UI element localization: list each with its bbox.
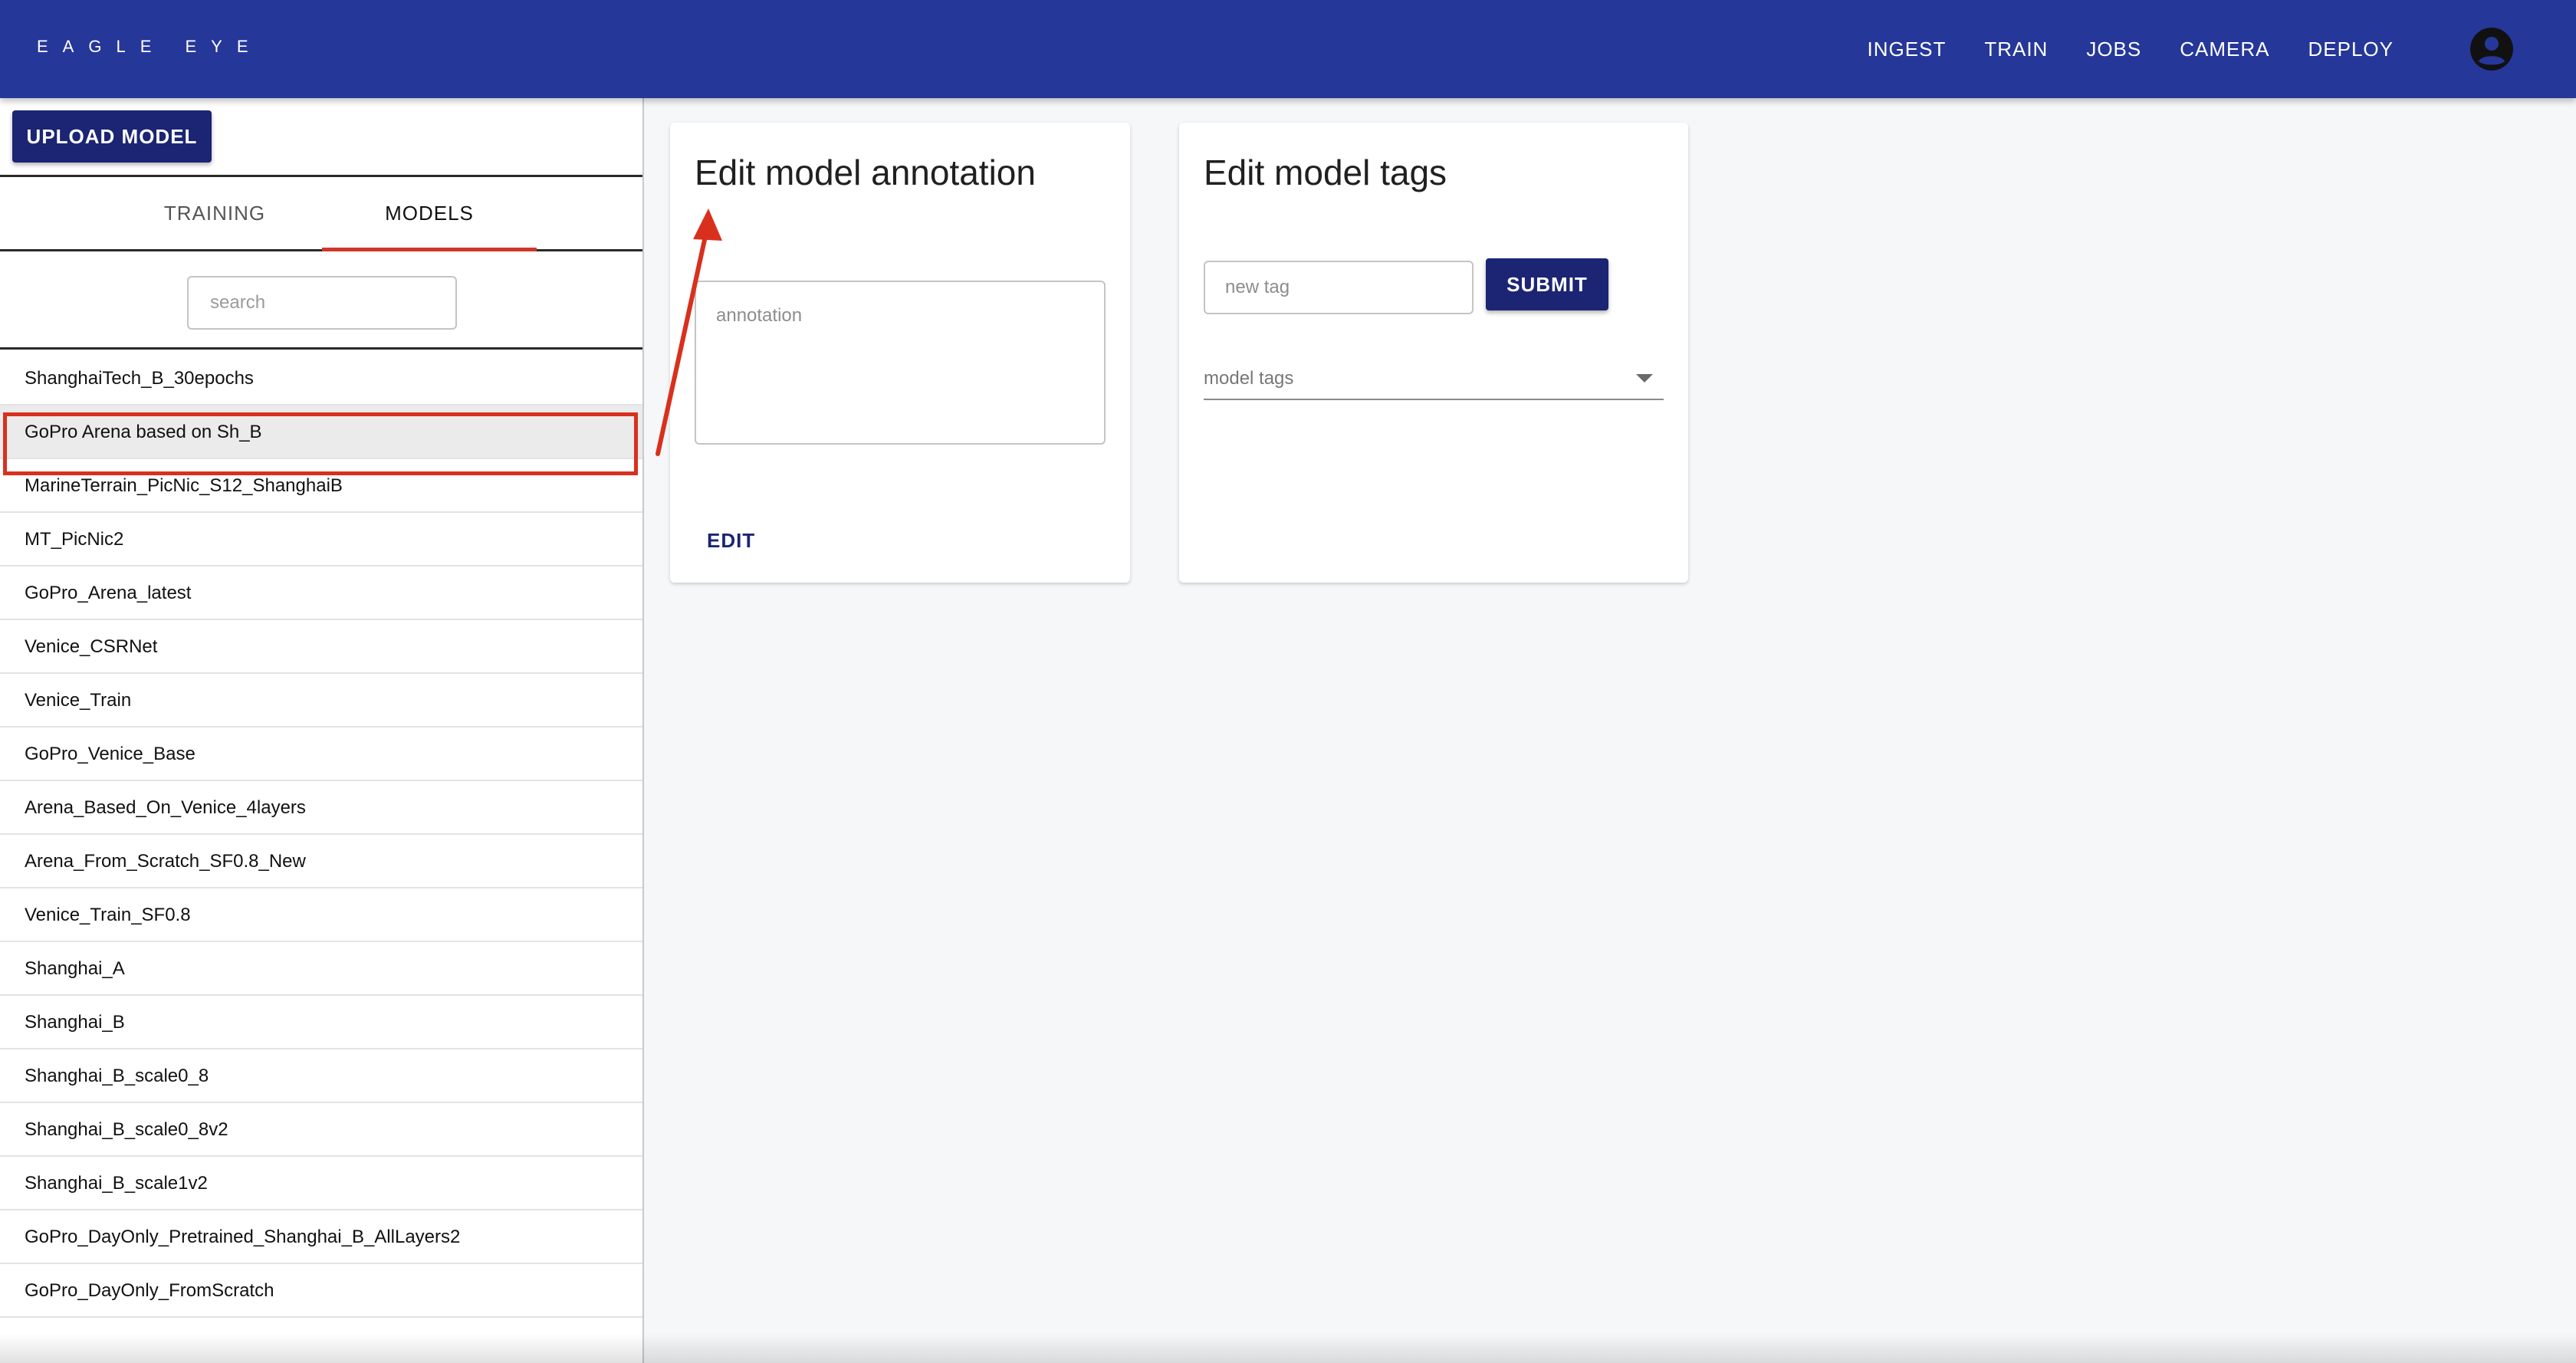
model-list-item[interactable]: Venice_Train_SF0.8 xyxy=(0,888,642,942)
model-list-item[interactable]: Shanghai_B xyxy=(0,996,642,1049)
model-tags-select-label: model tags xyxy=(1204,368,1294,389)
nav-train[interactable]: TRAIN xyxy=(1984,38,2048,61)
nav-deploy[interactable]: DEPLOY xyxy=(2308,38,2394,61)
upload-model-button[interactable]: UPLOAD MODEL xyxy=(12,110,212,163)
new-tag-input[interactable] xyxy=(1204,261,1474,314)
annotation-card-title: Edit model annotation xyxy=(695,153,1036,192)
edit-button[interactable]: EDIT xyxy=(707,529,755,553)
model-list-item[interactable]: GoPro_Venice_Base xyxy=(0,727,642,781)
model-list-item-partial[interactable] xyxy=(0,1318,642,1363)
tab-training[interactable]: TRAINING xyxy=(107,177,322,249)
dropdown-caret-icon xyxy=(1636,374,1653,383)
tags-card-title: Edit model tags xyxy=(1204,153,1447,192)
model-list-item[interactable]: GoPro_DayOnly_Pretrained_Shanghai_B_AllL… xyxy=(0,1210,642,1264)
top-nav: INGEST TRAIN JOBS CAMERA DEPLOY xyxy=(1829,0,2394,98)
annotation-textarea[interactable] xyxy=(695,281,1106,445)
search-input[interactable] xyxy=(187,276,457,330)
model-list-item[interactable]: Arena_Based_On_Venice_4layers xyxy=(0,781,642,835)
model-list-item[interactable]: Venice_Train xyxy=(0,674,642,727)
model-list-item[interactable]: Shanghai_B_scale1v2 xyxy=(0,1157,642,1210)
model-list-item[interactable]: GoPro_DayOnly_FromScratch xyxy=(0,1264,642,1318)
model-list: ShanghaiTech_B_30epochs GoPro Arena base… xyxy=(0,352,642,1363)
sidebar-tabs: TRAINING MODELS xyxy=(0,175,642,251)
edit-tags-card: Edit model tags SUBMIT model tags xyxy=(1179,123,1688,583)
search-section xyxy=(0,251,642,350)
model-list-item[interactable]: ShanghaiTech_B_30epochs xyxy=(0,352,642,406)
model-list-item[interactable]: Venice_CSRNet xyxy=(0,620,642,674)
model-list-item[interactable]: Shanghai_B_scale0_8v2 xyxy=(0,1103,642,1157)
account-circle-icon[interactable] xyxy=(2469,26,2515,72)
model-list-item[interactable]: Shanghai_B_scale0_8 xyxy=(0,1049,642,1103)
model-list-item[interactable]: Arena_From_Scratch_SF0.8_New xyxy=(0,835,642,888)
edit-annotation-card: Edit model annotation EDIT xyxy=(670,123,1130,583)
nav-camera[interactable]: CAMERA xyxy=(2180,38,2269,61)
tab-models[interactable]: MODELS xyxy=(322,177,537,249)
model-list-item[interactable]: GoPro_Arena_latest xyxy=(0,567,642,620)
brand-logo[interactable]: EAGLE EYE xyxy=(37,37,263,57)
model-list-item[interactable]: MT_PicNic2 xyxy=(0,513,642,567)
model-list-item[interactable]: Shanghai_A xyxy=(0,942,642,996)
model-tags-select[interactable]: model tags xyxy=(1204,357,1664,400)
app-bar: EAGLE EYE INGEST TRAIN JOBS CAMERA DEPLO… xyxy=(0,0,2576,98)
nav-jobs[interactable]: JOBS xyxy=(2086,38,2141,61)
selection-highlight-box xyxy=(3,412,638,475)
models-sidebar: UPLOAD MODEL TRAINING MODELS ShanghaiTec… xyxy=(0,98,644,1363)
submit-button[interactable]: SUBMIT xyxy=(1486,258,1608,310)
nav-ingest[interactable]: INGEST xyxy=(1868,38,1947,61)
